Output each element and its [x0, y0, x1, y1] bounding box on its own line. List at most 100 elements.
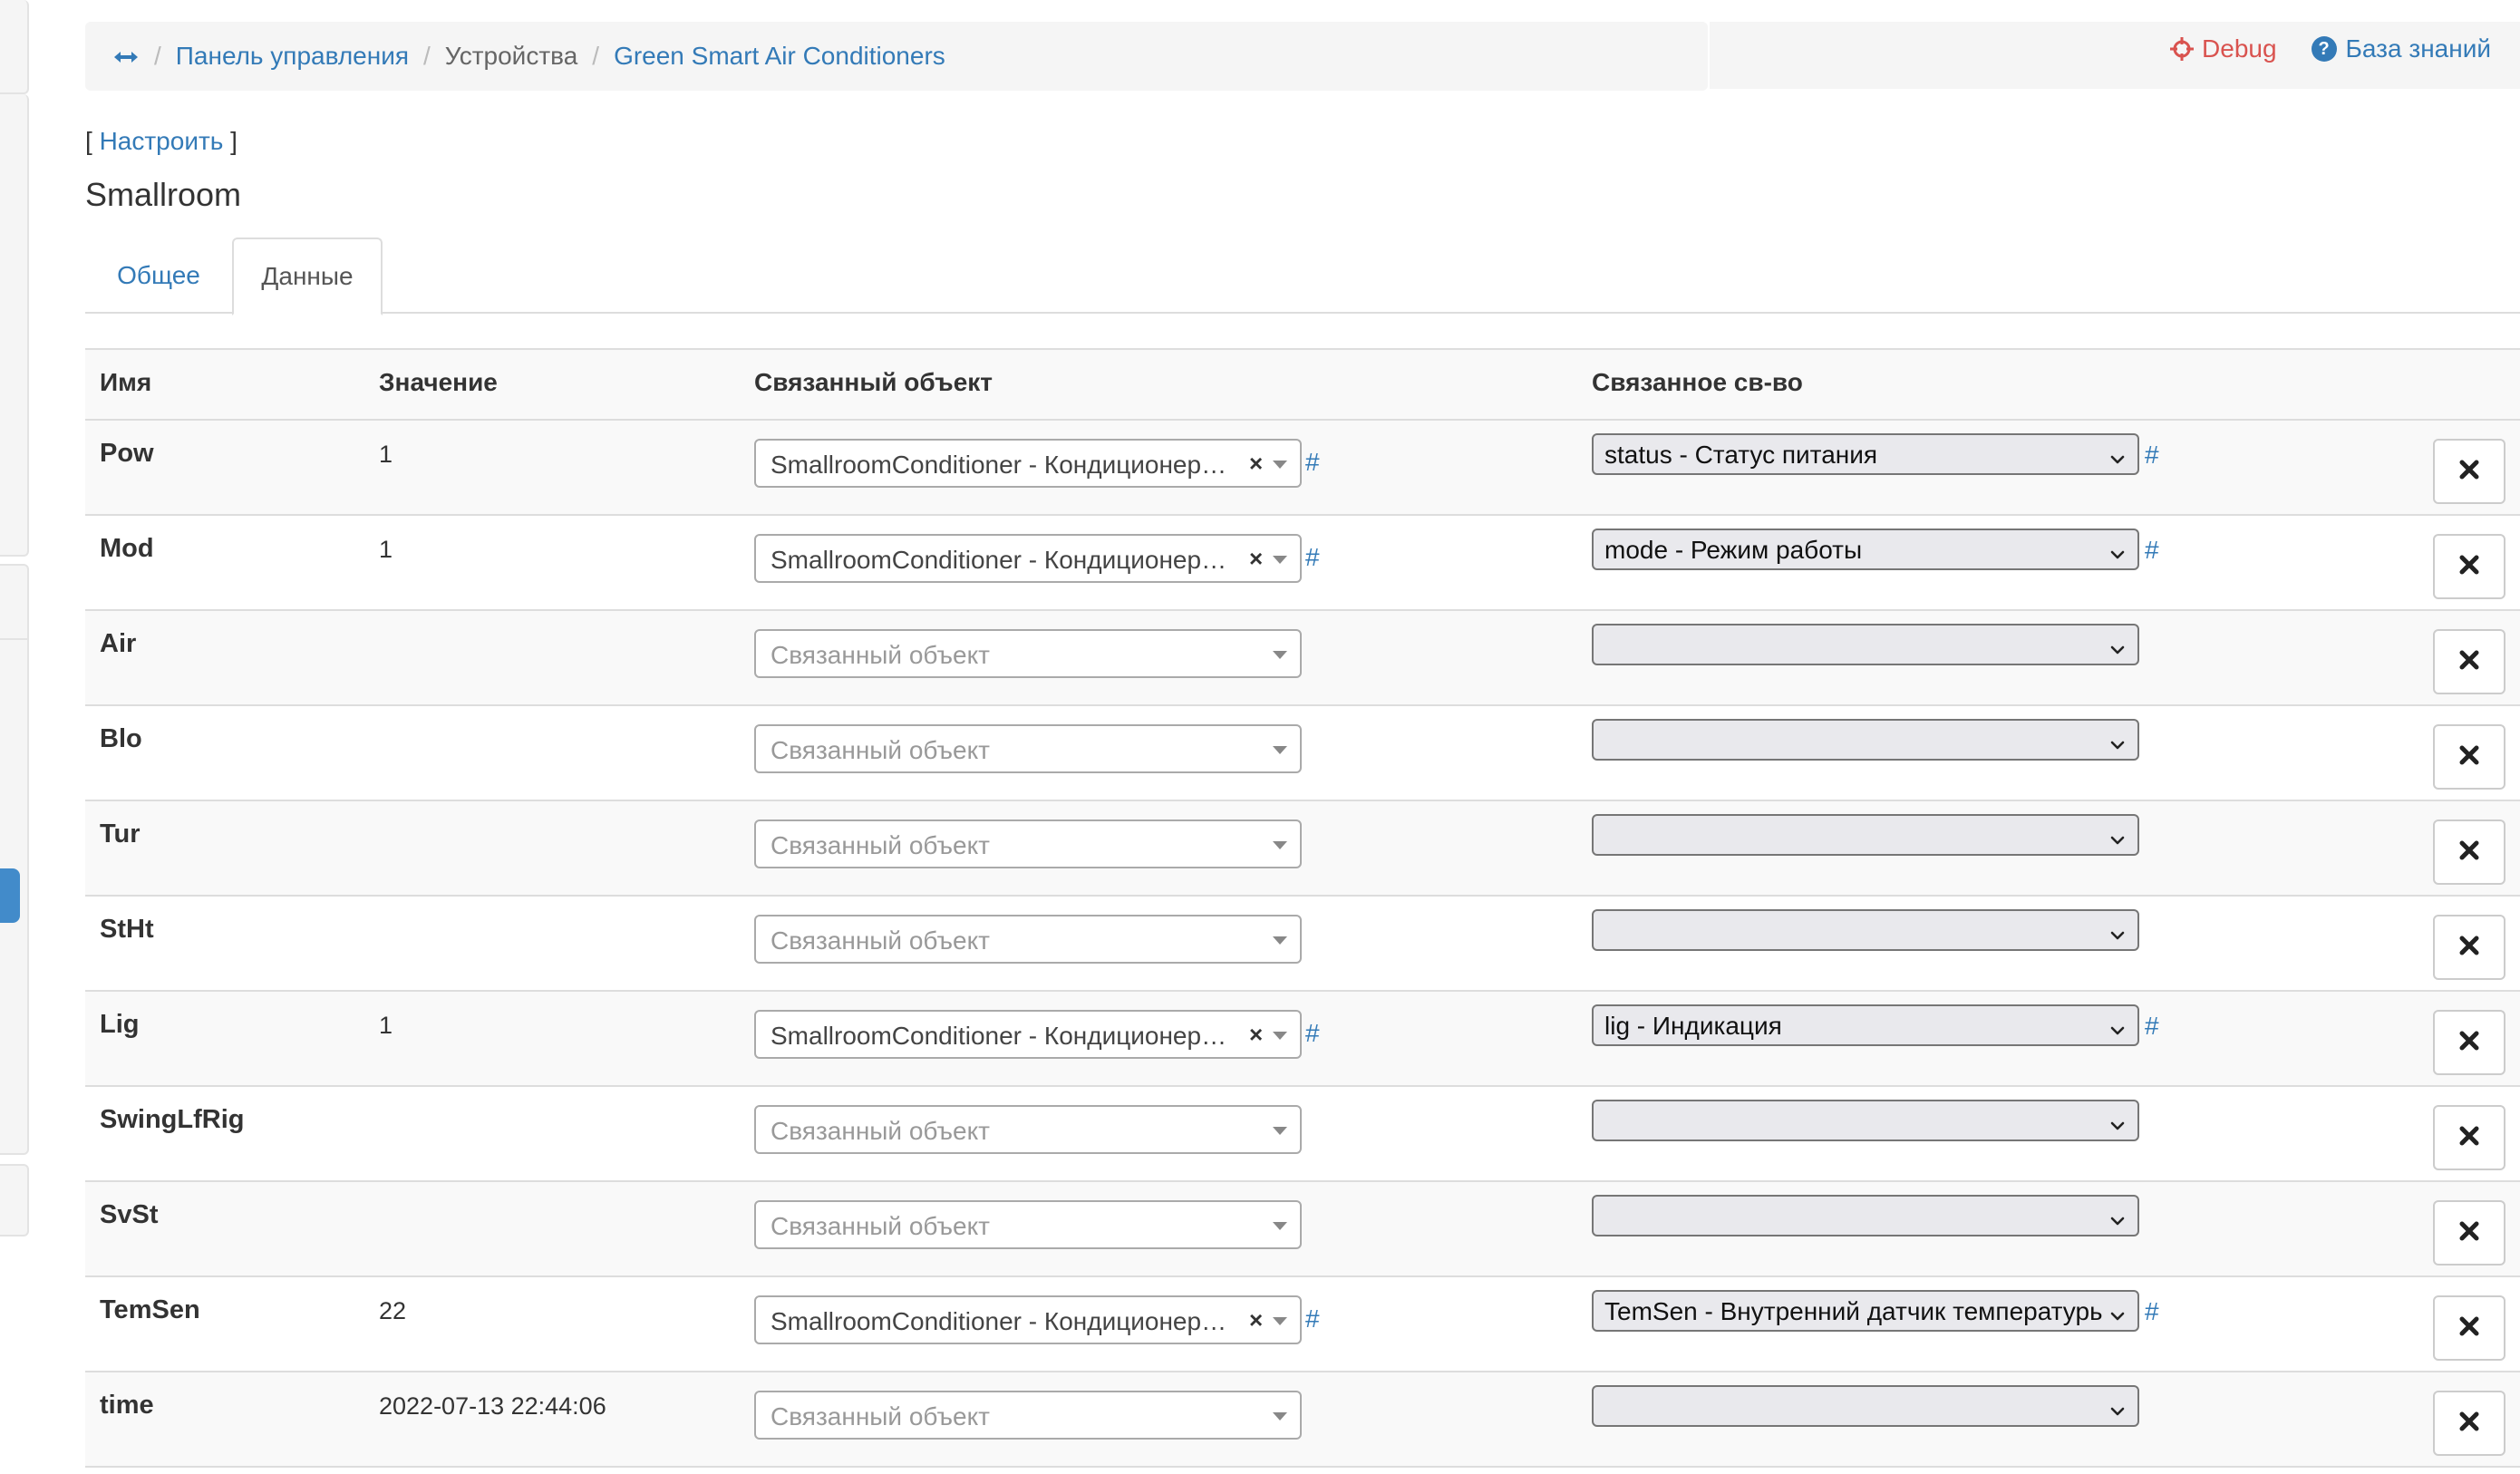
breadcrumb: / Панель управления / Устройства / Green… — [112, 38, 945, 74]
linked-property-select[interactable] — [1592, 1385, 2139, 1427]
linked-property-value: lig - Индикация — [1604, 1012, 1782, 1040]
chevron-down-icon — [2108, 732, 2127, 750]
close-icon — [2457, 1029, 2481, 1057]
linked-property-hash-link[interactable]: # — [2145, 536, 2159, 565]
configure-block: [ Настроить ] — [85, 127, 237, 156]
delete-row-button[interactable] — [2433, 819, 2505, 885]
breadcrumb-separator: / — [423, 42, 431, 70]
linked-object-select[interactable]: Связанный объект — [754, 1105, 1302, 1154]
debug-link[interactable]: Debug — [2169, 34, 2277, 63]
configure-close-bracket: ] — [230, 127, 237, 155]
linked-object-hash-link[interactable]: # — [1305, 1019, 1320, 1048]
delete-row-button[interactable] — [2433, 1391, 2505, 1456]
caret-down-icon — [1273, 1412, 1287, 1421]
row-value: 1 — [379, 536, 393, 563]
row-value: 1 — [379, 1012, 393, 1039]
table-row: SwingLfRig Связанный объект — [85, 1087, 2520, 1182]
table-row: SvSt Связанный объект — [85, 1182, 2520, 1277]
linked-object-placeholder: Связанный объект — [771, 641, 990, 669]
linked-property-select[interactable]: TemSen - Внутренний датчик температуры — [1592, 1290, 2139, 1332]
linked-object-select[interactable]: Связанный объект — [754, 1391, 1302, 1440]
close-icon — [2457, 839, 2481, 867]
sidebar-active-item[interactable] — [0, 868, 20, 923]
breadcrumb-item-devices[interactable]: Устройства — [445, 42, 577, 71]
delete-row-button[interactable] — [2433, 1295, 2505, 1361]
linked-property-select[interactable] — [1592, 719, 2139, 761]
page-root: / Панель управления / Устройства / Green… — [0, 0, 2520, 1474]
delete-row-button[interactable] — [2433, 439, 2505, 504]
linked-object-placeholder: Связанный объект — [771, 831, 990, 859]
delete-row-button[interactable] — [2433, 1010, 2505, 1075]
row-name: Air — [100, 629, 137, 658]
linked-object-select[interactable]: Связанный объект — [754, 724, 1302, 773]
linked-property-hash-link[interactable]: # — [2145, 1012, 2159, 1041]
data-table: Имя Значение Связанный объект Связанное … — [85, 348, 2520, 1468]
linked-property-select[interactable]: lig - Индикация — [1592, 1004, 2139, 1046]
header-name: Имя — [100, 368, 152, 396]
linked-property-select[interactable] — [1592, 909, 2139, 951]
tab-general[interactable]: Общее — [85, 238, 232, 314]
row-name: SwingLfRig — [100, 1105, 245, 1134]
delete-row-button[interactable] — [2433, 1105, 2505, 1170]
knowledge-base-link[interactable]: ? База знаний — [2311, 34, 2491, 63]
linked-object-select[interactable]: Связанный объект — [754, 629, 1302, 678]
breadcrumb-item-current[interactable]: Green Smart Air Conditioners — [614, 42, 945, 71]
delete-row-button[interactable] — [2433, 724, 2505, 790]
linked-object-select[interactable]: SmallroomConditioner - Кондиционер Малой… — [754, 534, 1302, 583]
linked-property-hash-link[interactable]: # — [2145, 441, 2159, 470]
debug-label: Debug — [2202, 34, 2277, 63]
linked-object-select[interactable]: SmallroomConditioner - Кондиционер Малой… — [754, 1295, 1302, 1344]
row-name: StHt — [100, 915, 154, 944]
linked-object-value: SmallroomConditioner - Кондиционер Малой… — [771, 546, 1233, 574]
chevron-down-icon — [2108, 541, 2127, 559]
page-title: Smallroom — [85, 176, 242, 213]
table-row: Blo Связанный объект — [85, 706, 2520, 801]
caret-down-icon — [1273, 1127, 1287, 1135]
linked-object-hash-link[interactable]: # — [1305, 448, 1320, 477]
delete-row-button[interactable] — [2433, 534, 2505, 599]
close-icon — [2457, 648, 2481, 676]
tab-data[interactable]: Данные — [232, 238, 383, 315]
delete-row-button[interactable] — [2433, 629, 2505, 694]
clear-selection-icon[interactable]: × — [1249, 1306, 1263, 1334]
linked-object-placeholder: Связанный объект — [771, 736, 990, 764]
chevron-down-icon — [2108, 1017, 2127, 1035]
chevron-down-icon — [2108, 1303, 2127, 1321]
breadcrumb-item-dashboard[interactable]: Панель управления — [176, 42, 409, 71]
linked-property-select[interactable] — [1592, 814, 2139, 856]
close-icon — [2457, 458, 2481, 486]
linked-object-placeholder: Связанный объект — [771, 1212, 990, 1240]
header-linked-object: Связанный объект — [754, 368, 993, 396]
chevron-down-icon — [2108, 1207, 2127, 1226]
linked-object-select[interactable]: Связанный объект — [754, 1200, 1302, 1249]
linked-object-select[interactable]: Связанный объект — [754, 819, 1302, 868]
clear-selection-icon[interactable]: × — [1249, 450, 1263, 478]
linked-property-select[interactable]: mode - Режим работы — [1592, 529, 2139, 570]
configure-link[interactable]: Настроить — [100, 127, 224, 155]
clear-selection-icon[interactable]: × — [1249, 1021, 1263, 1049]
knowledge-base-label: База знаний — [2345, 34, 2491, 63]
linked-property-select[interactable]: status - Статус питания — [1592, 433, 2139, 475]
table-row: time 2022-07-13 22:44:06 Связанный объект — [85, 1372, 2520, 1468]
linked-object-hash-link[interactable]: # — [1305, 543, 1320, 572]
linked-property-value: mode - Режим работы — [1604, 536, 1863, 564]
linked-object-select[interactable]: SmallroomConditioner - Кондиционер Малой… — [754, 439, 1302, 488]
arrows-horizontal-icon[interactable] — [112, 42, 140, 71]
linked-object-select[interactable]: SmallroomConditioner - Кондиционер Малой… — [754, 1010, 1302, 1059]
question-circle-icon: ? — [2311, 36, 2337, 62]
linked-object-value: SmallroomConditioner - Кондиционер Малой… — [771, 451, 1233, 479]
close-icon — [2457, 934, 2481, 962]
delete-row-button[interactable] — [2433, 1200, 2505, 1266]
chevron-down-icon — [2108, 827, 2127, 845]
caret-down-icon — [1273, 556, 1287, 564]
linked-property-select[interactable] — [1592, 1100, 2139, 1141]
linked-property-select[interactable] — [1592, 1195, 2139, 1236]
delete-row-button[interactable] — [2433, 915, 2505, 980]
table-header: Имя Значение Связанный объект Связанное … — [85, 350, 2520, 421]
clear-selection-icon[interactable]: × — [1249, 545, 1263, 573]
linked-property-select[interactable] — [1592, 624, 2139, 665]
linked-object-hash-link[interactable]: # — [1305, 1304, 1320, 1333]
linked-object-select[interactable]: Связанный объект — [754, 915, 1302, 964]
linked-property-hash-link[interactable]: # — [2145, 1297, 2159, 1326]
row-value: 22 — [379, 1297, 407, 1324]
